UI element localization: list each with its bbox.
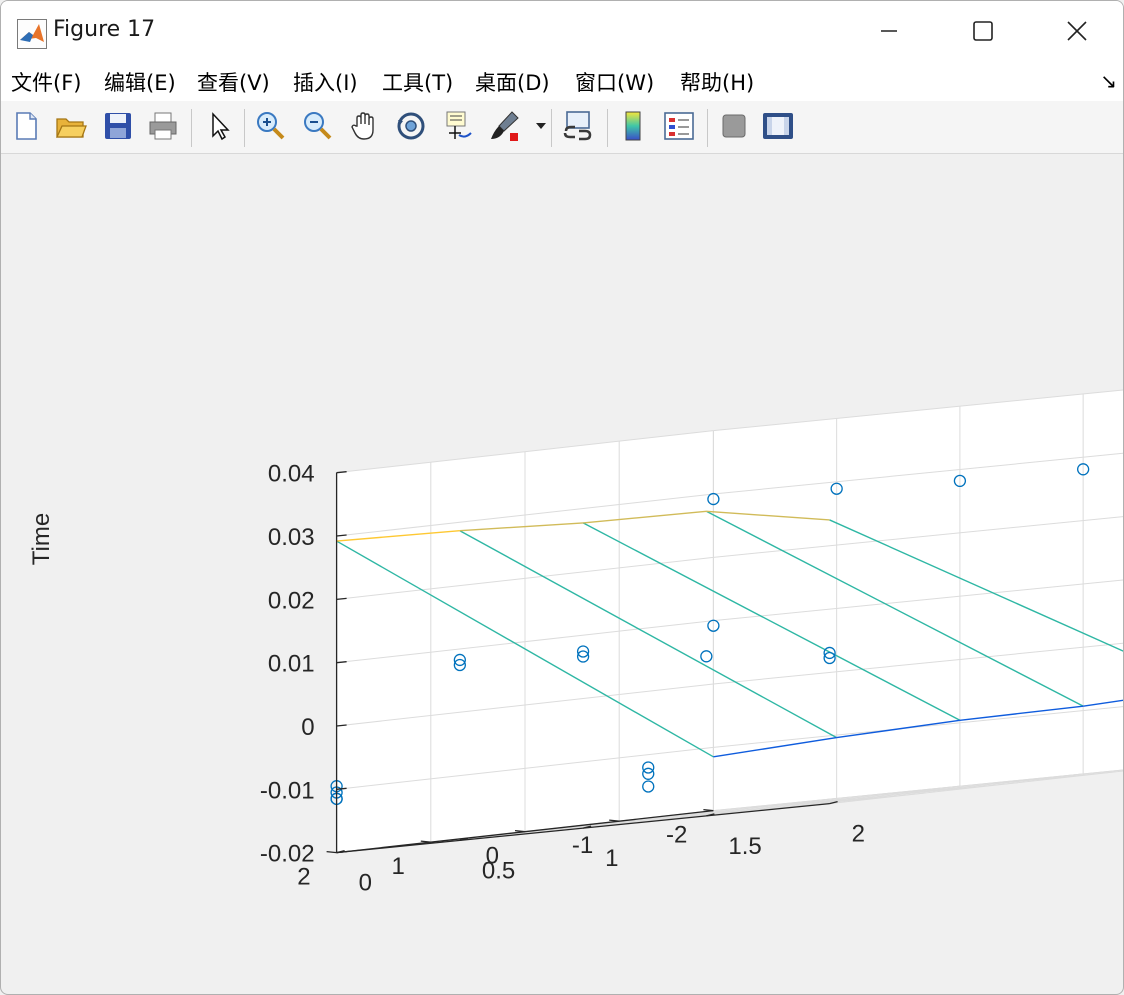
x-tick-label: 1.5	[728, 833, 761, 860]
z-tick-label: -0.02	[260, 841, 315, 868]
y-tick-label: -2	[666, 822, 687, 849]
legend-icon[interactable]	[662, 109, 696, 143]
y-tick-label: 1	[391, 853, 404, 880]
open-file-icon[interactable]	[54, 109, 88, 143]
menu-desktop[interactable]: 桌面(D)	[475, 67, 550, 97]
colorbar-icon[interactable]	[616, 109, 650, 143]
menu-edit[interactable]: 编辑(E)	[104, 67, 176, 97]
window-title: Figure 17	[53, 17, 156, 42]
zoom-out-icon[interactable]	[301, 109, 335, 143]
x-tick-label: 0	[359, 870, 372, 897]
y-tick-label: -1	[572, 832, 593, 859]
toolbar-separator	[244, 109, 245, 147]
pan-hand-icon[interactable]	[348, 109, 382, 143]
z-tick-label: 0.01	[268, 651, 315, 678]
z-axis-label: Time	[28, 513, 55, 565]
print-icon[interactable]	[146, 109, 180, 143]
link-plot-icon[interactable]	[561, 109, 595, 143]
maximize-icon	[973, 21, 993, 41]
menu-tools[interactable]: 工具(T)	[382, 67, 453, 97]
edit-plot-arrow-icon[interactable]	[204, 109, 238, 143]
x-tick-label: 2	[852, 821, 865, 848]
figure-toolbar	[1, 101, 1123, 154]
z-tick-label: 0.04	[268, 461, 315, 488]
menu-bar: 文件(F) 编辑(E) 查看(V) 插入(I) 工具(T) 桌面(D) 窗口(W…	[1, 61, 1123, 101]
menu-file[interactable]: 文件(F)	[11, 67, 81, 97]
minimize-button[interactable]	[861, 9, 917, 53]
matlab-logo-icon	[17, 19, 47, 49]
y-tick	[326, 851, 337, 854]
brush-dropdown-icon[interactable]	[535, 121, 547, 131]
z-tick-label: 0.02	[268, 587, 315, 614]
z-tick-label: 0.03	[268, 524, 315, 551]
y-tick-label: 2	[297, 864, 310, 891]
back-wall-x	[713, 389, 1123, 811]
rotate-3d-icon[interactable]	[394, 109, 428, 143]
toolbar-separator	[551, 109, 552, 147]
dock-arrow-icon[interactable]: ↘	[1100, 69, 1117, 93]
figure-window: Figure 17 文件(F) 编辑(E) 查看(V) 插入(I) 工具(T) …	[0, 0, 1124, 995]
figure-canvas[interactable]: 0 0.5 1 1.5 2 -2 -1 0 1 2 -0.02 -0.01 0 0.01 0.02 0.03 0…	[1, 154, 1123, 994]
maximize-button[interactable]	[955, 9, 1011, 53]
title-bar: Figure 17	[1, 1, 1123, 61]
minimize-icon	[881, 30, 897, 32]
brush-icon[interactable]	[488, 109, 522, 143]
new-figure-icon[interactable]	[9, 109, 43, 143]
zoom-in-icon[interactable]	[254, 109, 288, 143]
y-tick-label: 0	[486, 843, 499, 870]
save-icon[interactable]	[101, 109, 135, 143]
data-cursor-icon[interactable]	[441, 109, 475, 143]
menu-window[interactable]: 窗口(W)	[575, 67, 654, 97]
z-tick-label: -0.01	[260, 777, 315, 804]
z-tick-label: 0	[301, 714, 314, 741]
menu-insert[interactable]: 插入(I)	[293, 67, 358, 97]
toolbar-separator	[191, 109, 192, 147]
menu-help[interactable]: 帮助(H)	[680, 67, 754, 97]
close-icon	[1067, 21, 1087, 41]
x-tick-label: 1	[605, 845, 618, 872]
menu-view[interactable]: 查看(V)	[197, 67, 270, 97]
hide-plot-tools-icon[interactable]	[717, 109, 751, 143]
show-plot-tools-icon[interactable]	[761, 109, 795, 143]
toolbar-separator	[607, 109, 608, 147]
axes-3d[interactable]: 0 0.5 1 1.5 2-2-1012-0.02-0.0100.010.020.030…	[1, 154, 1123, 994]
toolbar-separator	[707, 109, 708, 147]
close-button[interactable]	[1049, 9, 1105, 53]
